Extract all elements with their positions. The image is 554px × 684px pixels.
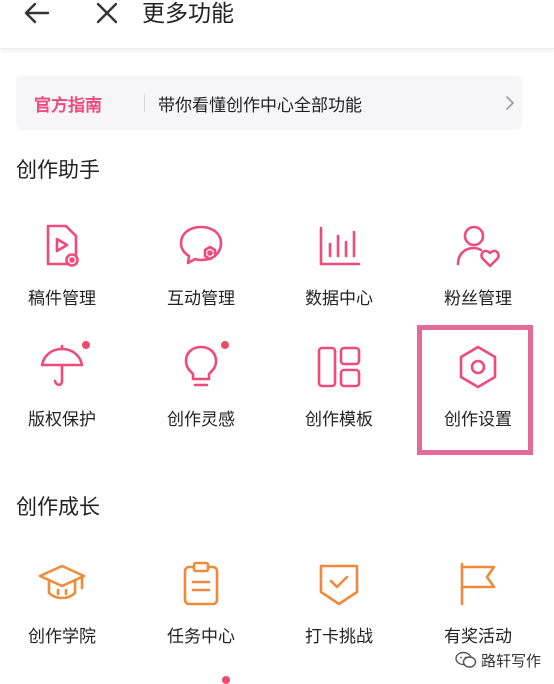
notification-dot xyxy=(82,341,90,349)
tool-label: 数据中心 xyxy=(305,289,373,309)
umbrella-icon xyxy=(38,343,86,391)
watermark-text: 路轩写作 xyxy=(481,652,542,670)
guide-divider xyxy=(144,94,145,112)
guide-text: 带你看懂创作中心全部功能 xyxy=(158,96,362,116)
tool-label: 版权保护 xyxy=(28,410,96,430)
tool-creation-templates[interactable]: 创作模板 xyxy=(279,343,399,453)
page-title: 更多功能 xyxy=(142,1,234,27)
tool-label: 创作学院 xyxy=(28,627,96,647)
graduation-cap-icon xyxy=(38,560,86,608)
wechat-icon xyxy=(455,651,477,668)
tool-copyright-protection[interactable]: 版权保护 xyxy=(2,341,122,453)
check-badge-icon xyxy=(315,560,363,608)
fan-user-heart-icon xyxy=(454,222,502,270)
tool-fan-management[interactable]: 粉丝管理 xyxy=(418,222,538,332)
tool-label: 有奖活动 xyxy=(444,627,512,647)
tool-label: 粉丝管理 xyxy=(444,289,512,309)
clipboard-task-icon xyxy=(177,560,225,608)
tool-creative-inspiration[interactable]: 创作灵感 xyxy=(141,341,261,453)
tool-interaction-management[interactable]: 互动管理 xyxy=(141,222,261,332)
draft-file-icon xyxy=(38,222,86,270)
chat-bubble-icon xyxy=(177,222,225,270)
tool-label: 任务中心 xyxy=(167,627,235,647)
tool-draft-management[interactable]: 稿件管理 xyxy=(2,222,122,332)
tool-label: 打卡挑战 xyxy=(305,627,373,647)
chevron-right-icon xyxy=(506,96,514,110)
tool-data-center[interactable]: 数据中心 xyxy=(279,222,399,332)
guide-tag: 官方指南 xyxy=(34,96,102,116)
section-title-creation-growth: 创作成长 xyxy=(16,495,100,519)
lightbulb-icon xyxy=(177,343,225,391)
tool-task-center[interactable]: 任务中心 xyxy=(141,560,261,670)
notification-dot xyxy=(221,341,229,349)
flag-icon xyxy=(454,560,502,608)
tool-creator-academy[interactable]: 创作学院 xyxy=(2,560,122,670)
top-bar: 更多功能 xyxy=(0,0,554,49)
tool-label: 稿件管理 xyxy=(28,289,96,309)
back-arrow-icon[interactable] xyxy=(22,0,52,28)
tool-label: 互动管理 xyxy=(167,289,235,309)
tool-label: 创作灵感 xyxy=(167,410,235,430)
highlight-box xyxy=(417,325,533,455)
bar-chart-icon xyxy=(315,222,363,270)
tool-checkin-challenge[interactable]: 打卡挑战 xyxy=(279,560,399,670)
official-guide-banner[interactable]: 官方指南 带你看懂创作中心全部功能 xyxy=(16,76,522,130)
tool-label: 创作模板 xyxy=(305,410,373,430)
template-grid-icon xyxy=(315,343,363,391)
section-title-creation-assistant: 创作助手 xyxy=(16,158,100,182)
close-icon[interactable] xyxy=(92,0,122,28)
